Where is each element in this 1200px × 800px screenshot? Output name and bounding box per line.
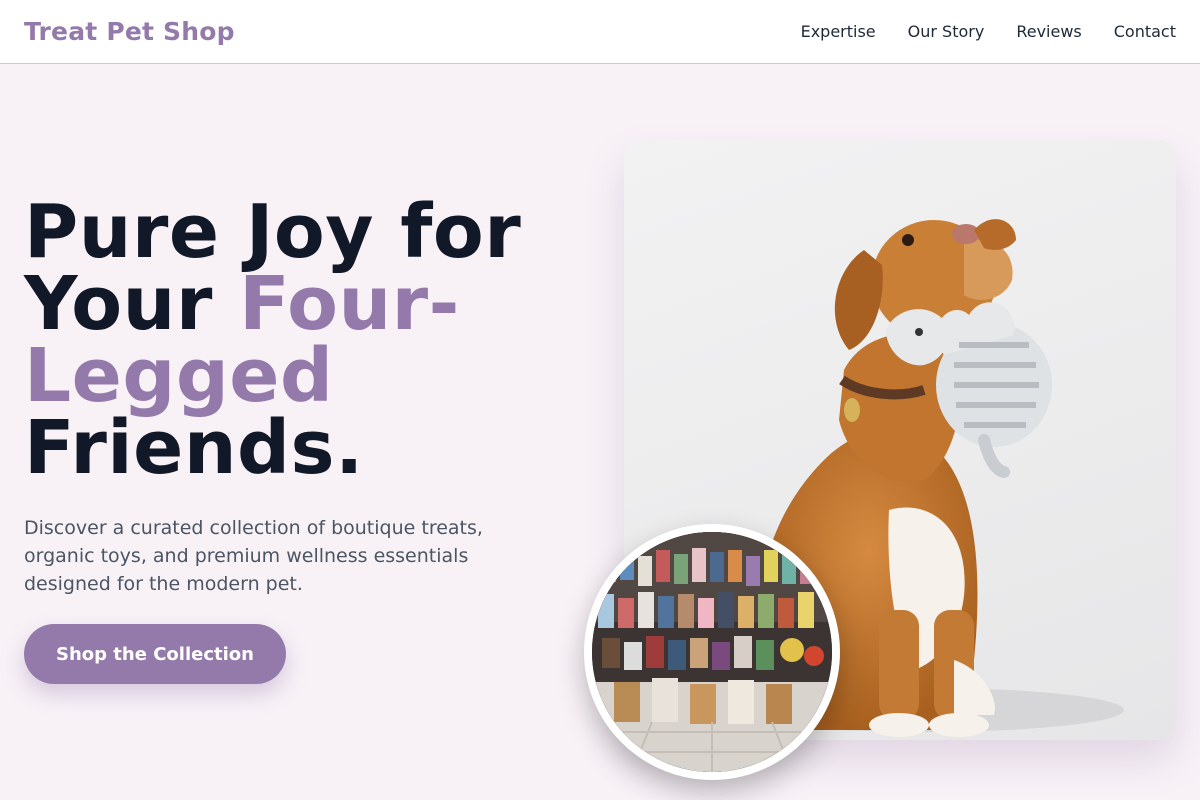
nav-link-reviews[interactable]: Reviews bbox=[1016, 22, 1081, 41]
nav-link-expertise[interactable]: Expertise bbox=[801, 22, 876, 41]
store-shelves-inset-image bbox=[584, 524, 840, 780]
hero-text-block: Pure Joy for Your Four-Legged Friends. D… bbox=[24, 195, 564, 598]
shop-collection-button[interactable]: Shop the Collection bbox=[24, 624, 286, 684]
nav-link-contact[interactable]: Contact bbox=[1114, 22, 1176, 41]
store-shelves-illustration bbox=[592, 532, 832, 772]
site-logo[interactable]: Treat Pet Shop bbox=[24, 17, 235, 46]
nav-link-our-story[interactable]: Our Story bbox=[908, 22, 985, 41]
hero-headline: Pure Joy for Your Four-Legged Friends. bbox=[24, 195, 564, 485]
headline-line-4: Friends. bbox=[24, 405, 364, 491]
hero-subtext: Discover a curated collection of boutiqu… bbox=[24, 517, 483, 595]
main-nav: Expertise Our Story Reviews Contact bbox=[801, 22, 1176, 41]
site-header: Treat Pet Shop Expertise Our Story Revie… bbox=[0, 0, 1200, 64]
